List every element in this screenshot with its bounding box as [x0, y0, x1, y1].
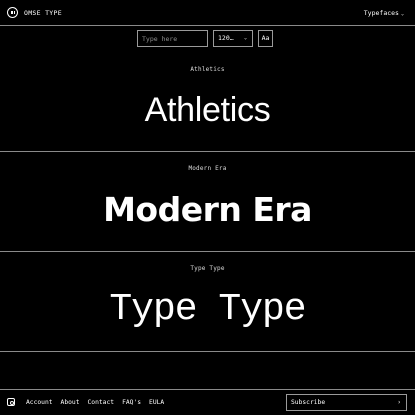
typefaces-label: Typefaces [363, 9, 399, 17]
case-toggle-button[interactable]: Aa [258, 30, 273, 47]
font-name: Modern Era [188, 165, 227, 172]
logo-eye-right [13, 11, 15, 14]
logo-eye-left [11, 11, 13, 14]
footer-link-eula[interactable]: EULA [149, 399, 164, 406]
font-sample: Modern Era [103, 190, 312, 229]
type-controls: 120… ⌄ Aa [0, 30, 415, 48]
font-sample: Athletics [144, 91, 271, 129]
page: OMSE TYPE Typefaces⌄ 120… ⌄ Aa Athletics… [0, 0, 415, 415]
font-row-type-type[interactable]: Type Type Type Type [0, 252, 415, 352]
logo-icon[interactable] [7, 7, 18, 18]
arrow-right-icon[interactable]: › [397, 395, 401, 410]
footer-link-contact[interactable]: Contact [88, 399, 115, 406]
font-size-select[interactable]: 120… ⌄ [213, 30, 253, 47]
font-size-value: 120… [218, 34, 234, 42]
typefaces-menu[interactable]: Typefaces ⌄ [364, 8, 404, 19]
subscribe-input[interactable] [287, 395, 392, 410]
font-name: Athletics [190, 66, 225, 73]
chevron-down-icon: ⌄ [243, 35, 247, 41]
font-row-modern-era[interactable]: Modern Era Modern Era [0, 152, 415, 252]
font-sample: Type Type [109, 288, 306, 331]
chevron-down-icon: ⌄ [400, 11, 404, 17]
footer-nav: Account About Contact FAQ's EULA [26, 398, 172, 408]
header: OMSE TYPE Typefaces ⌄ [0, 0, 415, 26]
footer-link-account[interactable]: Account [26, 399, 53, 406]
footer-link-faqs[interactable]: FAQ's [122, 399, 141, 406]
instagram-icon[interactable] [7, 398, 15, 406]
footer-link-about[interactable]: About [61, 399, 80, 406]
subscribe-form: › [286, 394, 407, 411]
type-tester-input[interactable] [137, 30, 208, 47]
brand-name[interactable]: OMSE TYPE [24, 8, 62, 18]
font-row-athletics[interactable]: Athletics Athletics [0, 52, 415, 152]
font-name: Type Type [190, 265, 225, 272]
footer: Account About Contact FAQ's EULA › [0, 389, 415, 415]
